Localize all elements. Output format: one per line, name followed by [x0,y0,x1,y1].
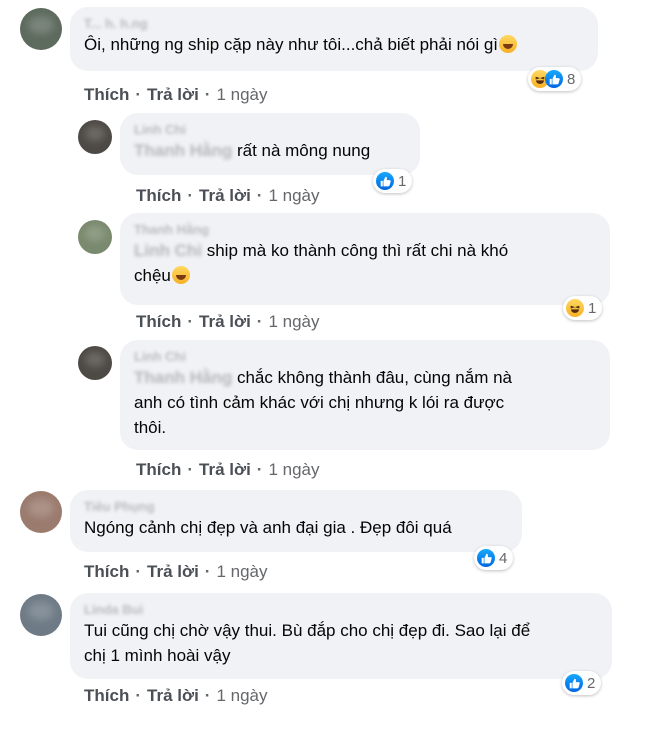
comment-text: Ngóng cảnh chị đẹp và anh đại gia . Đẹp … [84,518,452,537]
comment-actions: Thích · Trả lời · 1 ngày [84,85,268,104]
comment-author[interactable]: Linh Chi [134,121,406,138]
reply-link[interactable]: Trả lời [199,186,251,205]
comment-actions: Thích · Trả lời · 1 ngày [84,686,268,705]
reply-link[interactable]: Trả lời [199,312,251,331]
reaction-count: 8 [567,70,576,88]
rofl-emoji-icon [499,35,518,53]
comment-actions: Thích · Trả lời · 1 ngày [136,312,320,331]
like-reaction-icon [565,674,583,692]
mention-tag[interactable]: Thanh Hằng [134,368,232,387]
comment-author[interactable]: Linh Chi [134,348,596,365]
like-reaction-icon [376,172,394,190]
comment-actions: Thích · Trả lời · 1 ngày [136,186,320,205]
timestamp[interactable]: 1 ngày [216,686,267,705]
comment-bubble: Linda Bui Tui cũng chị chờ vậy thui. Bù … [70,593,612,679]
reply-link[interactable]: Trả lời [147,85,199,104]
avatar[interactable] [78,220,112,254]
haha-reaction-icon [566,299,584,317]
timestamp[interactable]: 1 ngày [268,312,319,331]
avatar[interactable] [20,8,62,50]
reaction-summary[interactable]: 1 [373,169,413,193]
comment-text: Tui cũng chị chờ vậy thui. Bù đắp cho ch… [84,621,531,665]
like-link[interactable]: Thích [84,562,129,581]
timestamp[interactable]: 1 ngày [268,186,319,205]
reaction-count: 1 [588,299,597,317]
reaction-summary[interactable]: 2 [562,671,602,695]
comment-author[interactable]: T... h. h.ng [84,15,584,32]
comment-bubble: Tiêu Phụng Ngóng cảnh chị đẹp và anh đại… [70,490,522,552]
avatar[interactable] [78,120,112,154]
timestamp[interactable]: 1 ngày [268,460,319,479]
comment-text: Thanh Hằng chắc không thành đâu, cùng nắ… [134,368,512,437]
comment-bubble: Thanh Hằng Linh Chi ship mà ko thành côn… [120,213,610,305]
reaction-summary[interactable]: 4 [474,546,514,570]
avatar[interactable] [20,594,62,636]
comment-text: Ôi, những ng ship cặp này như tôi...chả … [84,32,584,57]
comment-bubble: Linh Chi Thanh Hằng rất nà mông nung [120,113,420,175]
comment-bubble: Linh Chi Thanh Hằng chắc không thành đâu… [120,340,610,450]
timestamp[interactable]: 1 ngày [216,85,267,104]
reaction-count: 4 [499,549,508,567]
rofl-emoji-icon [171,266,190,284]
like-link[interactable]: Thích [136,460,181,479]
like-link[interactable]: Thích [84,85,129,104]
reply-link[interactable]: Trả lời [147,562,199,581]
comment-author[interactable]: Tiêu Phụng [84,498,508,515]
comment-bubble: T... h. h.ng Ôi, những ng ship cặp này n… [70,7,598,71]
like-reaction-icon [477,549,495,567]
comment-author[interactable]: Linda Bui [84,601,598,618]
comment-actions: Thích · Trả lời · 1 ngày [136,460,320,479]
reaction-count: 1 [398,172,407,190]
reaction-summary[interactable]: 8 [528,67,582,91]
reaction-count: 2 [587,674,596,692]
avatar[interactable] [20,491,62,533]
mention-tag[interactable]: Linh Chi [134,241,202,260]
reply-link[interactable]: Trả lời [199,460,251,479]
comment-actions: Thích · Trả lời · 1 ngày [84,562,268,581]
like-reaction-icon [545,70,563,88]
avatar[interactable] [78,346,112,380]
comment-author[interactable]: Thanh Hằng [134,221,596,238]
comment-text: Linh Chi ship mà ko thành công thì rất c… [134,241,509,285]
timestamp[interactable]: 1 ngày [216,562,267,581]
comment-text: Thanh Hằng rất nà mông nung [134,141,371,160]
mention-tag[interactable]: Thanh Hằng [134,141,232,160]
like-link[interactable]: Thích [136,186,181,205]
reaction-summary[interactable]: 1 [563,296,603,320]
reply-link[interactable]: Trả lời [147,686,199,705]
like-link[interactable]: Thích [84,686,129,705]
like-link[interactable]: Thích [136,312,181,331]
